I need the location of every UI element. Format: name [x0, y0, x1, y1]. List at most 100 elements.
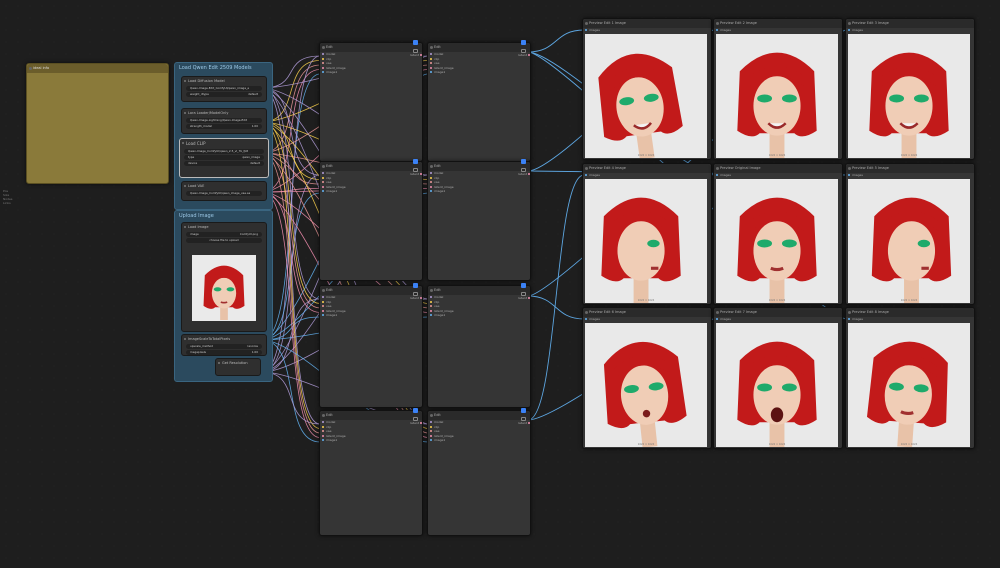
input-port[interactable]: image1	[428, 70, 530, 75]
preview-image-node[interactable]: Preview Edit 6 Image images 1024 × 1024	[582, 307, 712, 449]
collapse-dot-icon[interactable]	[848, 167, 851, 170]
input-port[interactable]: images	[846, 317, 974, 322]
edit-node[interactable]: Edit model clip vae latent_image image1 latent	[427, 40, 531, 162]
collapse-dot-icon[interactable]	[322, 414, 325, 417]
load-image-node[interactable]: Load Image image ComfyUI.png choose file …	[181, 222, 267, 332]
input-port[interactable]: image1	[320, 189, 422, 194]
load-diffusion-model-node[interactable]: Load Diffusion Model Qwen-Image-Edit_Com…	[181, 76, 267, 102]
input-port[interactable]: images	[714, 317, 842, 322]
input-port[interactable]: images	[714, 28, 842, 33]
collapse-dot-icon[interactable]	[322, 289, 325, 292]
output-port[interactable]: latent	[410, 172, 422, 176]
preview-image-node[interactable]: Preview Edit 3 Image images 1024 × 1024	[845, 18, 975, 160]
output-port[interactable]: latent	[518, 53, 530, 57]
collapse-dot-icon[interactable]	[716, 167, 719, 170]
input-port[interactable]: image1	[428, 189, 530, 194]
output-port[interactable]: latent	[518, 172, 530, 176]
image-file-widget[interactable]: image ComfyUI.png	[186, 232, 262, 237]
port-label: images	[720, 317, 731, 321]
collapse-dot-icon[interactable]	[430, 165, 433, 168]
input-port[interactable]: image1	[320, 438, 422, 443]
input-port[interactable]: image1	[320, 313, 422, 318]
port-label: model	[326, 52, 336, 56]
collapse-dot-icon[interactable]	[430, 46, 433, 49]
preview-image-node[interactable]: Preview Edit 2 Image images 1024 × 1024	[713, 18, 843, 160]
note-node[interactable]: ideal info	[26, 63, 169, 184]
vae-name-widget[interactable]: Qwen-Image_ComfyUI/qwen_image_vae.sa	[186, 191, 262, 196]
strength-model-widget[interactable]: strength_model 1.00	[186, 124, 262, 129]
collapse-dot-icon[interactable]	[716, 22, 719, 25]
input-port[interactable]: images	[583, 317, 711, 322]
widget-value: qwen_image	[242, 155, 260, 159]
collapse-dot-icon[interactable]	[585, 22, 588, 25]
preview-image: 1024 × 1024	[848, 179, 970, 303]
collapse-dot-icon[interactable]	[716, 311, 719, 314]
output-port[interactable]: latent	[410, 53, 422, 57]
node-title: Edit	[320, 159, 422, 172]
edit-node[interactable]: Edit model clip vae latent_image image1 latent	[427, 408, 531, 536]
group-upload-image[interactable]: Upload Image Load Image image ComfyUI.png…	[174, 210, 273, 382]
widget-label: strength_model	[190, 124, 212, 128]
collapse-dot-icon[interactable]	[430, 414, 433, 417]
lora-loader-node[interactable]: Lora Loader/ModelOnly Qwen-Image-Lightni…	[181, 108, 267, 134]
clip-device-widget[interactable]: device default	[184, 161, 264, 166]
preview-image-node[interactable]: Preview Edit 4 Image images 1024 × 1024	[582, 163, 712, 305]
output-port[interactable]: latent	[518, 296, 530, 300]
input-port[interactable]: images	[846, 173, 974, 178]
preview-image-node[interactable]: Preview Edit 8 Image images 1024 × 1024	[845, 307, 975, 449]
megapixels-widget[interactable]: megapixels 1.00	[186, 350, 262, 355]
get-resolution-node[interactable]: Get Resolution	[215, 358, 261, 376]
image-size-label: 1024 × 1024	[768, 299, 786, 302]
badge-icon	[413, 408, 418, 413]
portrait-image	[866, 341, 948, 447]
weight-dtype-widget[interactable]: weight_dtype default	[186, 92, 262, 97]
collapse-dot-icon[interactable]	[585, 311, 588, 314]
node-canvas[interactable]: Pos Size Nodes Links ideal info Load Qwe…	[0, 0, 1000, 568]
preview-image-node[interactable]: Preview Original Image images 1024 × 102…	[713, 163, 843, 305]
port-label: latent_image	[434, 184, 454, 189]
preview-image-node[interactable]: Preview Edit 7 Image images 1024 × 1024	[713, 307, 843, 449]
port-label: clip	[434, 299, 440, 304]
group-title: Upload Image	[179, 213, 214, 219]
output-port[interactable]: latent	[518, 421, 530, 425]
load-clip-node[interactable]: Load CLIP Qwen-Image_ComfyUI/qwen_2.5_vl…	[179, 138, 269, 178]
output-port[interactable]: latent	[410, 421, 422, 425]
input-port[interactable]: images	[714, 173, 842, 178]
node-title: Edit	[428, 40, 530, 53]
edit-node[interactable]: Edit model clip vae latent_image image1 latent	[319, 408, 423, 536]
clip-type-widget[interactable]: type qwen_image	[184, 155, 264, 160]
edit-node-title: Edit	[434, 45, 441, 49]
preview-image-node[interactable]: Preview Edit 5 Image images 1024 × 1024	[845, 163, 975, 305]
unet-name-widget[interactable]: Qwen-Image-Edit_ComfyUI/qwen_image_e	[186, 86, 262, 91]
edit-node[interactable]: Edit model clip vae latent_image image1 latent	[427, 283, 531, 408]
preview-title: Preview Edit 7 Image	[720, 310, 757, 314]
collapse-dot-icon[interactable]	[29, 67, 32, 70]
collapse-dot-icon[interactable]	[322, 165, 325, 168]
preview-image-node[interactable]: Preview Edit 1 Image images 1024 × 1024	[582, 18, 712, 160]
collapse-dot-icon[interactable]	[848, 22, 851, 25]
edit-node-title: Edit	[326, 413, 333, 417]
image-scale-node[interactable]: ImageScaleToTotalPixels upscale_method la…	[181, 334, 267, 356]
input-port[interactable]: image1	[320, 70, 422, 75]
collapse-dot-icon[interactable]	[430, 289, 433, 292]
input-port[interactable]: image1	[428, 313, 530, 318]
collapse-dot-icon[interactable]	[585, 167, 588, 170]
upload-button[interactable]: choose file to upload	[186, 238, 262, 243]
port-label: clip	[434, 175, 440, 180]
input-port[interactable]: images	[846, 28, 974, 33]
edit-node[interactable]: Edit model clip vae latent_image image1 latent	[427, 159, 531, 281]
collapse-dot-icon[interactable]	[848, 311, 851, 314]
input-port[interactable]: images	[583, 28, 711, 33]
lora-name-widget[interactable]: Qwen-Image-Lightning/Qwen-Image-Edit	[186, 118, 262, 123]
group-load-models[interactable]: Load Qwen Edit 2509 Models Load Diffusio…	[174, 62, 273, 210]
load-vae-node[interactable]: Load VAE Qwen-Image_ComfyUI/qwen_image_v…	[181, 181, 267, 201]
input-port[interactable]: images	[583, 173, 711, 178]
input-port[interactable]: image1	[428, 438, 530, 443]
collapse-dot-icon[interactable]	[322, 46, 325, 49]
edit-node[interactable]: Edit model clip vae latent_image image1 latent	[319, 283, 423, 408]
clip-name-widget[interactable]: Qwen-Image_ComfyUI/qwen_2.5_vl_7b_fp8	[184, 149, 264, 154]
upscale-method-widget[interactable]: upscale_method lanczos	[186, 344, 262, 349]
output-port[interactable]: latent	[410, 296, 422, 300]
edit-node[interactable]: Edit model clip vae latent_image image1 latent	[319, 40, 423, 162]
edit-node[interactable]: Edit model clip vae latent_image image1 latent	[319, 159, 423, 281]
